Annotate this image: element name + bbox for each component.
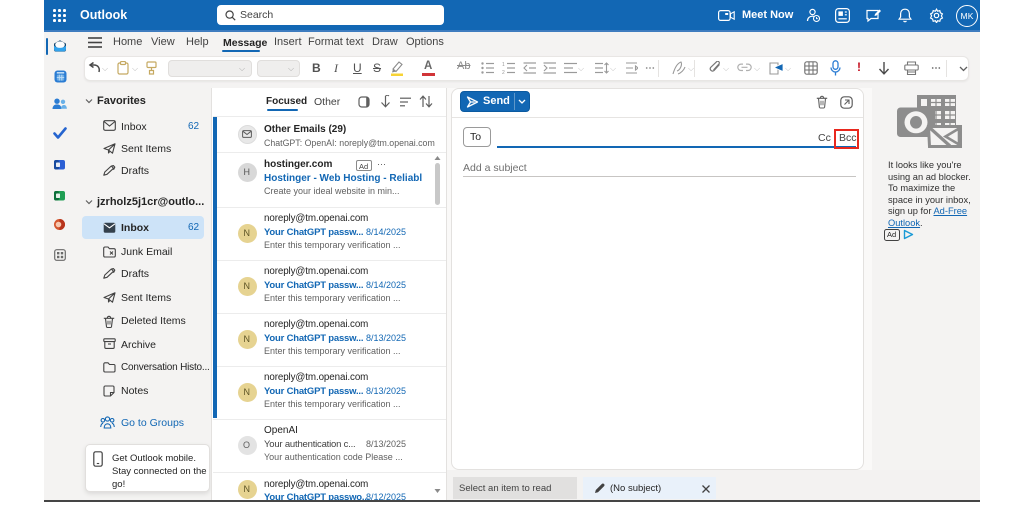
svg-text:2: 2 xyxy=(502,70,505,74)
svg-text:1: 1 xyxy=(502,62,505,68)
